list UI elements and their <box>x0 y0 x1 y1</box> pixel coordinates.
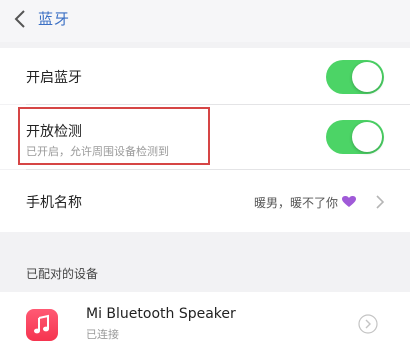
bluetooth-settings-screen: 蓝牙 开启蓝牙 开放检测 已开启，允许周围设备检测到 手机名称 暖男，暖不了你 … <box>0 0 410 346</box>
device-name-row[interactable]: 手机名称 暖男，暖不了你 <box>0 170 410 232</box>
music-app-icon <box>26 309 58 341</box>
paired-device-status: 已连接 <box>86 328 119 341</box>
bluetooth-toggle-row: 开启蓝牙 <box>0 48 410 104</box>
paired-device-row[interactable]: Mi Bluetooth Speaker 已连接 <box>0 292 410 346</box>
nav-bar: 蓝牙 <box>0 0 410 42</box>
device-name-value: 暖男，暖不了你 <box>253 196 338 210</box>
paired-devices-header: 已配对的设备 <box>26 267 99 281</box>
paired-device-name: Mi Bluetooth Speaker <box>86 306 236 322</box>
discoverable-toggle[interactable] <box>326 120 384 154</box>
device-name-label: 手机名称 <box>26 195 82 211</box>
toggle-knob <box>352 62 382 92</box>
purple-heart-icon <box>342 196 356 207</box>
bluetooth-toggle[interactable] <box>326 60 384 94</box>
circle-chevron-icon[interactable] <box>358 314 378 334</box>
toggle-knob <box>352 122 382 152</box>
bluetooth-toggle-label: 开启蓝牙 <box>26 70 82 86</box>
chevron-right-icon <box>376 195 385 209</box>
music-note-icon <box>34 314 49 334</box>
highlight-annotation-box <box>18 107 210 165</box>
page-title: 蓝牙 <box>38 10 71 28</box>
chevron-left-icon[interactable] <box>10 8 32 30</box>
